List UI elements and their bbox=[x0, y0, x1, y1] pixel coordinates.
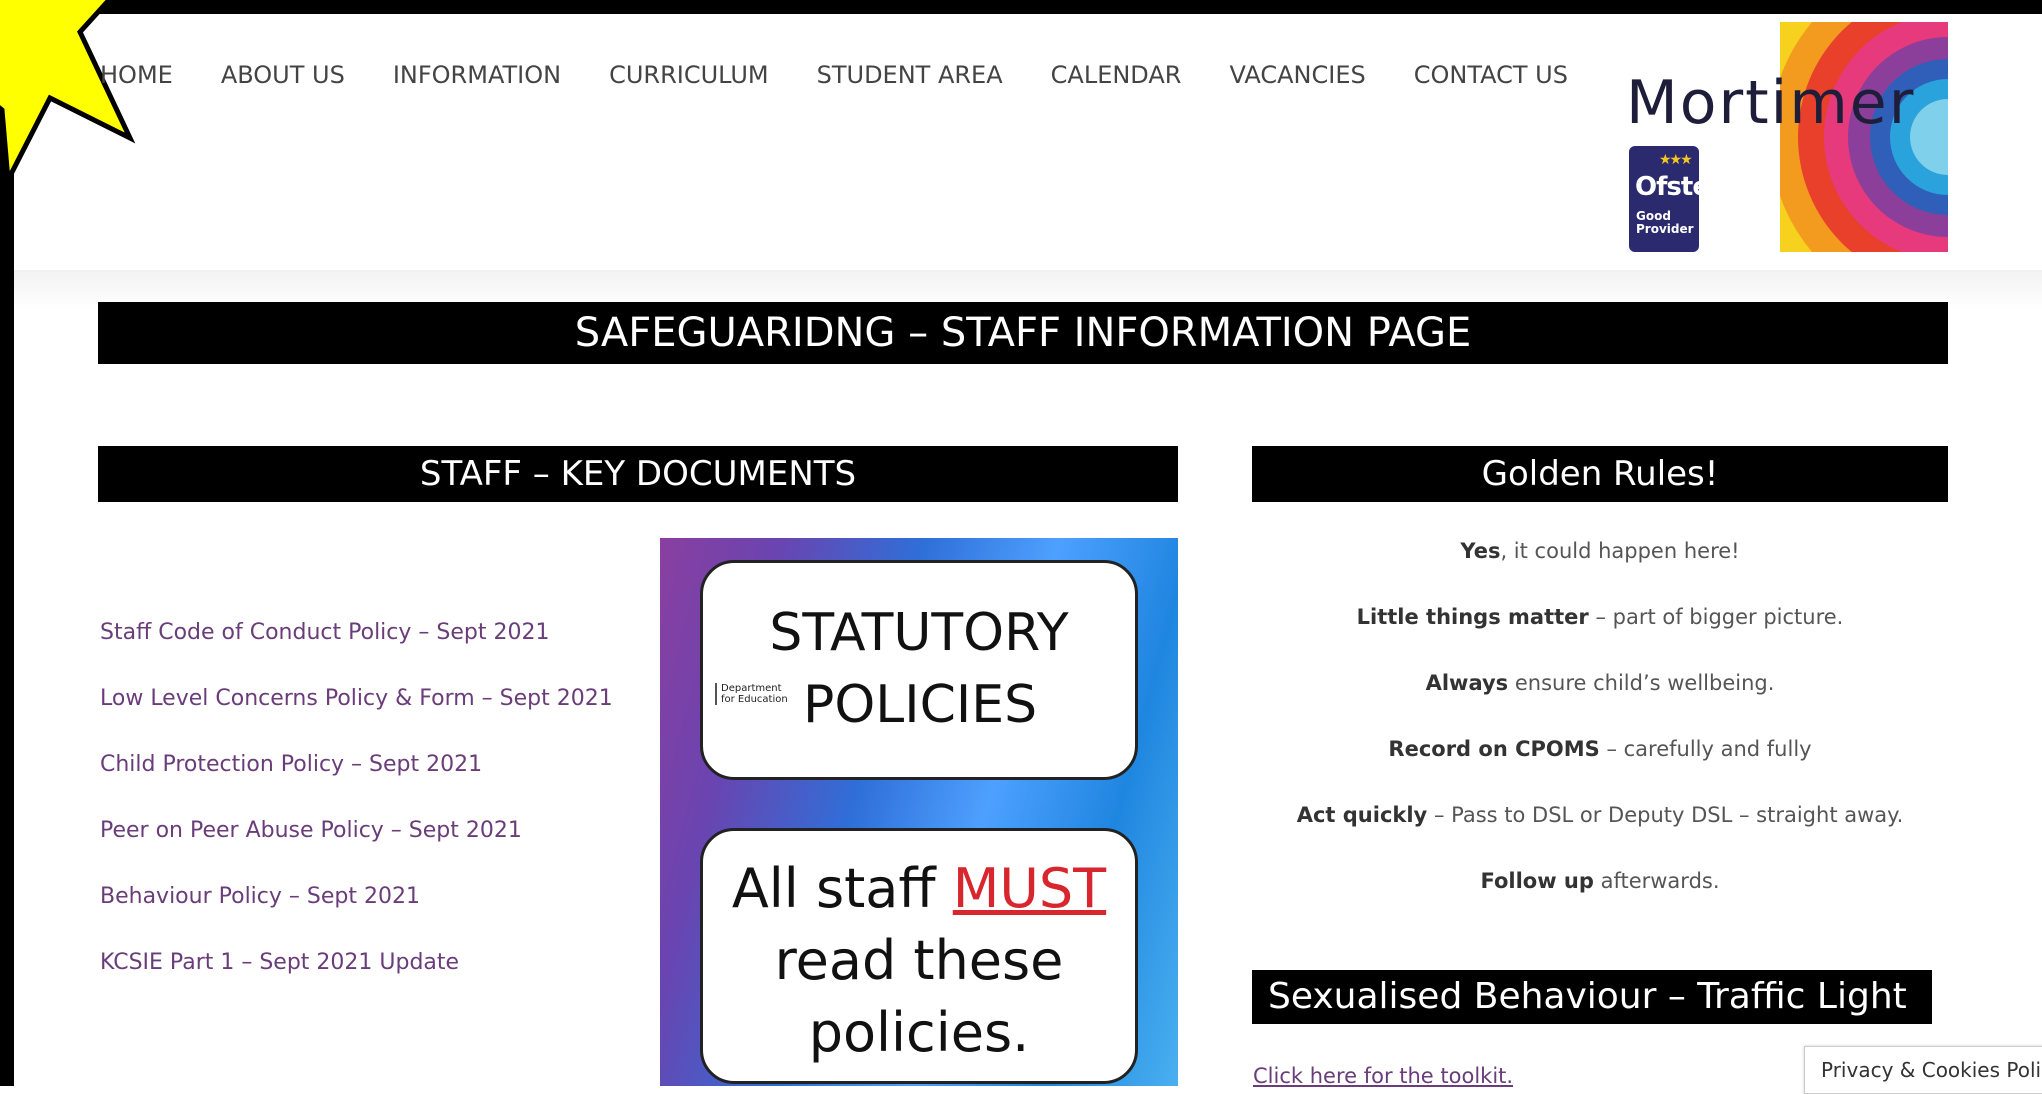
statutory-policies-poster: STATUTORY Department for Education POLICI… bbox=[660, 538, 1178, 1086]
dfe-line1: Department bbox=[721, 683, 782, 694]
rule-text: – carefully and fully bbox=[1599, 737, 1812, 761]
dfe-line2: for Education bbox=[721, 694, 788, 705]
rule-item: Yes, it could happen here! bbox=[1252, 535, 1948, 601]
poster-msg-must: MUST bbox=[952, 857, 1107, 920]
poster-message-card: All staff MUST read these policies. bbox=[700, 828, 1138, 1084]
nav-item-calendar[interactable]: CALENDAR bbox=[1051, 58, 1182, 92]
rule-bold: Always bbox=[1425, 671, 1509, 695]
poster-line-policies: POLICIES bbox=[803, 675, 1038, 735]
doc-link-kcsie[interactable]: KCSIE Part 1 – Sept 2021 Update bbox=[100, 948, 613, 1014]
nav-item-about-us[interactable]: ABOUT US bbox=[221, 58, 345, 92]
main-nav: HOME ABOUT US INFORMATION CURRICULUM STU… bbox=[100, 58, 1616, 92]
poster-msg-prefix: All staff bbox=[731, 857, 953, 920]
doc-link-low-level-concerns[interactable]: Low Level Concerns Policy & Form – Sept … bbox=[100, 684, 613, 750]
stars-icon: ★★★ bbox=[1659, 152, 1693, 168]
page-title: SAFEGUARIDNG – STAFF INFORMATION PAGE bbox=[98, 302, 1948, 364]
rule-text: , it could happen here! bbox=[1500, 539, 1740, 563]
poster-title-card: STATUTORY Department for Education POLICI… bbox=[700, 560, 1138, 780]
rule-bold: Yes bbox=[1460, 539, 1501, 563]
rule-text: – part of bigger picture. bbox=[1588, 605, 1844, 629]
rule-text: afterwards. bbox=[1593, 869, 1720, 893]
nav-item-student-area[interactable]: STUDENT AREA bbox=[817, 58, 1003, 92]
school-logo-wordmark[interactable]: Mortimer bbox=[1626, 68, 1915, 138]
key-documents-heading: STAFF – KEY DOCUMENTS bbox=[98, 446, 1178, 502]
rule-item: Follow up afterwards. bbox=[1252, 865, 1948, 931]
nav-item-curriculum[interactable]: CURRICULUM bbox=[609, 58, 769, 92]
privacy-cookies-button[interactable]: Privacy & Cookies Policy bbox=[1804, 1046, 2042, 1094]
rule-bold: Record on CPOMS bbox=[1388, 737, 1600, 761]
ofsted-rating: Good Provider bbox=[1636, 210, 1694, 236]
doc-link-code-of-conduct[interactable]: Staff Code of Conduct Policy – Sept 2021 bbox=[100, 618, 613, 684]
traffic-light-heading: Sexualised Behaviour – Traffic Light Too… bbox=[1252, 970, 1932, 1071]
nav-item-information[interactable]: INFORMATION bbox=[393, 58, 561, 92]
poster-line-statutory: STATUTORY bbox=[769, 603, 1069, 663]
starburst-icon bbox=[0, 0, 136, 189]
ofsted-badge: ★★★ Ofsted Good Provider bbox=[1629, 146, 1728, 252]
rule-text: ensure child’s wellbeing. bbox=[1508, 671, 1775, 695]
ofsted-rating-line1: Good bbox=[1636, 209, 1671, 223]
nav-item-vacancies[interactable]: VACANCIES bbox=[1229, 58, 1365, 92]
rule-item: Act quickly – Pass to DSL or Deputy DSL … bbox=[1252, 799, 1948, 865]
golden-rules-list: Yes, it could happen here! Little things… bbox=[1252, 535, 1948, 931]
rule-item: Always ensure child’s wellbeing. bbox=[1252, 667, 1948, 733]
rule-bold: Little things matter bbox=[1356, 605, 1589, 629]
key-documents-list: Staff Code of Conduct Policy – Sept 2021… bbox=[100, 618, 613, 1014]
rule-item: Record on CPOMS – carefully and fully bbox=[1252, 733, 1948, 799]
toolkit-link[interactable]: Click here for the toolkit. bbox=[1253, 1064, 1513, 1088]
rule-text: – Pass to DSL or Deputy DSL – straight a… bbox=[1427, 803, 1904, 827]
poster-msg-line2: read these bbox=[774, 929, 1064, 992]
nav-item-contact-us[interactable]: CONTACT US bbox=[1414, 58, 1568, 92]
doc-link-peer-abuse[interactable]: Peer on Peer Abuse Policy – Sept 2021 bbox=[100, 816, 613, 882]
nav-item-home[interactable]: HOME bbox=[100, 58, 173, 92]
rule-bold: Follow up bbox=[1480, 869, 1594, 893]
poster-msg-line1: All staff MUST bbox=[703, 857, 1135, 920]
rule-bold: Act quickly bbox=[1296, 803, 1428, 827]
doc-link-child-protection[interactable]: Child Protection Policy – Sept 2021 bbox=[100, 750, 613, 816]
ofsted-rating-line2: Provider bbox=[1636, 222, 1694, 236]
doc-link-behaviour[interactable]: Behaviour Policy – Sept 2021 bbox=[100, 882, 613, 948]
poster-msg-line3: policies. bbox=[808, 1001, 1030, 1064]
rule-item: Little things matter – part of bigger pi… bbox=[1252, 601, 1948, 667]
dfe-logo: Department for Education bbox=[715, 683, 788, 705]
ofsted-name: Ofsted bbox=[1635, 172, 1728, 202]
golden-rules-heading: Golden Rules! bbox=[1252, 446, 1948, 502]
